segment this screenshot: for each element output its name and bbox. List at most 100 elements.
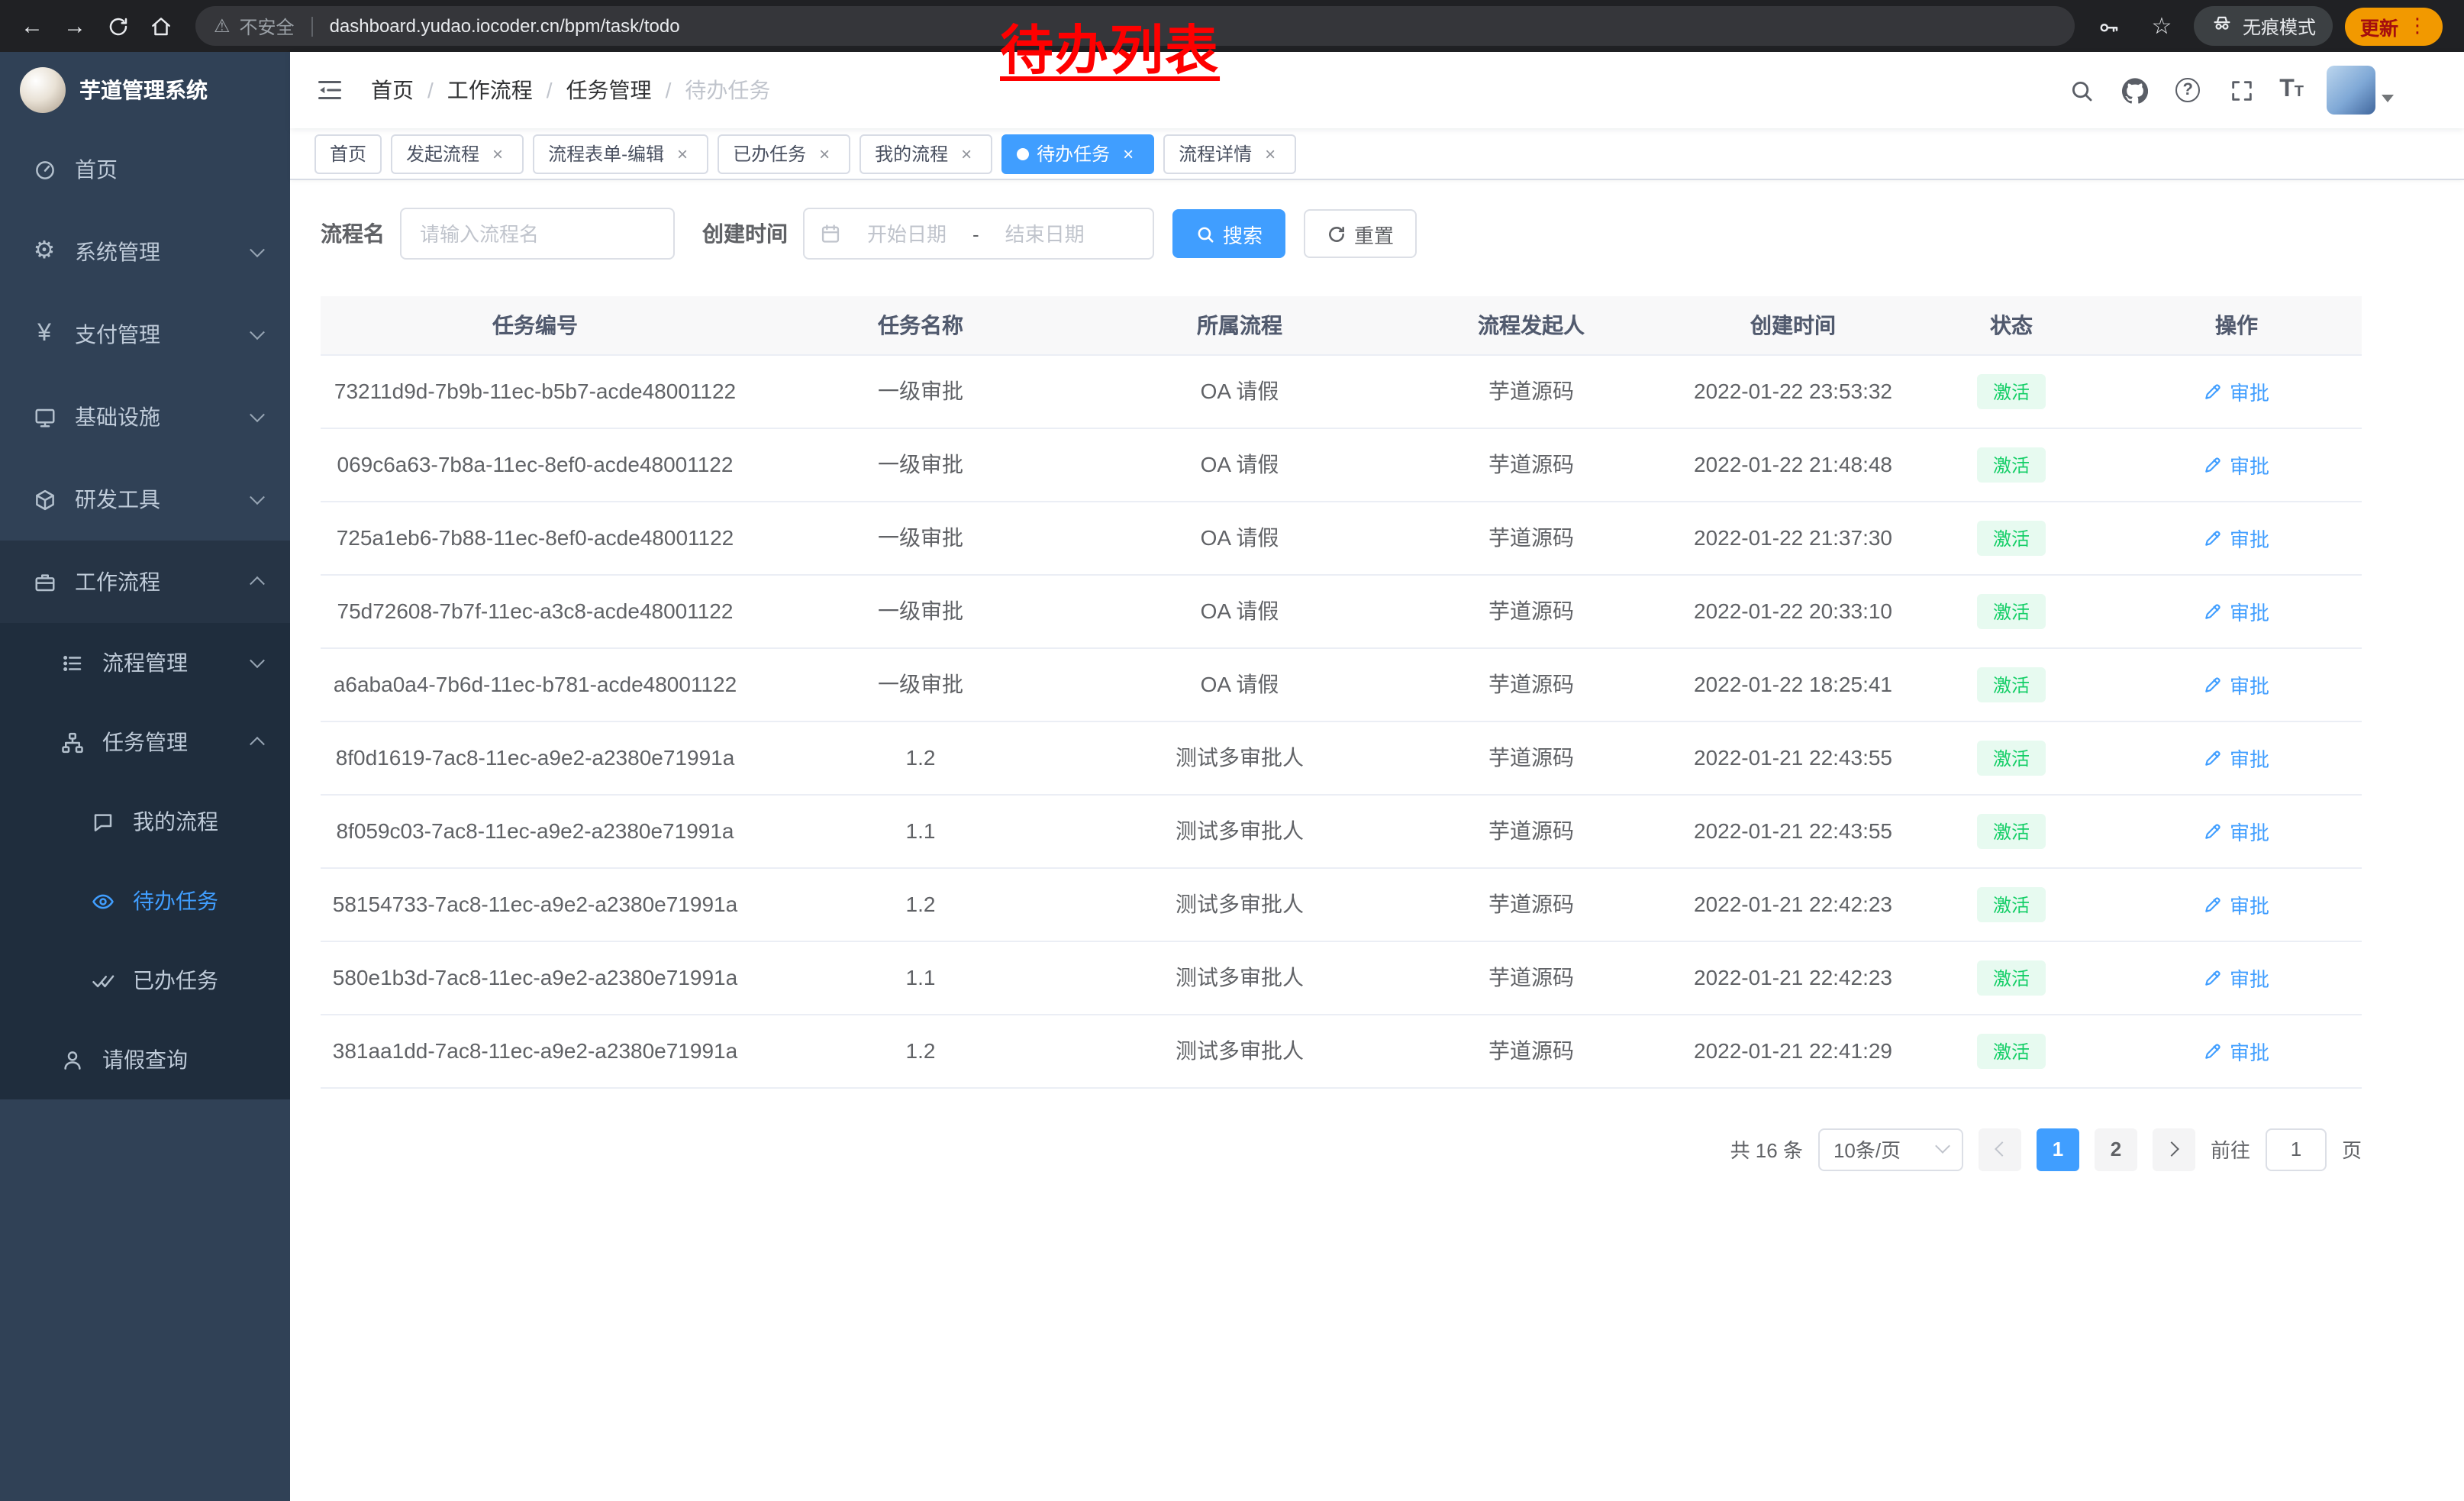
sidebar-item-my-processes[interactable]: 我的流程 bbox=[0, 782, 290, 861]
logo-avatar bbox=[20, 67, 66, 113]
app-logo[interactable]: 芋道管理系统 bbox=[0, 52, 290, 128]
table-row: 381aa1dd-7ac8-11ec-a9e2-a2380e71991a 1.2… bbox=[321, 1014, 2362, 1087]
list-icon bbox=[58, 651, 85, 674]
table-row: 725a1eb6-7b88-11ec-8ef0-acde48001122 一级审… bbox=[321, 501, 2362, 574]
cell-task-name: 一级审批 bbox=[750, 354, 1092, 428]
sidebar-item-label: 任务管理 bbox=[102, 727, 188, 757]
user-menu[interactable] bbox=[2327, 66, 2394, 115]
tab-process-detail[interactable]: 流程详情 × bbox=[1163, 134, 1296, 173]
approve-button[interactable]: 审批 bbox=[2204, 523, 2269, 552]
cell-create-time: 2022-01-21 22:43:55 bbox=[1675, 794, 1911, 867]
tab-done-tasks[interactable]: 已办任务 × bbox=[718, 134, 850, 173]
app-title: 芋道管理系统 bbox=[79, 75, 208, 105]
sidebar-item-todo-tasks[interactable]: 待办任务 bbox=[0, 861, 290, 941]
forward-icon[interactable]: → bbox=[55, 6, 95, 46]
approve-button[interactable]: 审批 bbox=[2204, 743, 2269, 772]
page-button-1[interactable]: 1 bbox=[2037, 1128, 2079, 1170]
approve-button[interactable]: 审批 bbox=[2204, 596, 2269, 625]
tab-close-icon[interactable]: × bbox=[487, 143, 508, 164]
goto-page-input[interactable] bbox=[2266, 1128, 2327, 1170]
sidebar-item-home[interactable]: 首页 bbox=[0, 128, 290, 211]
sidebar-item-workflow[interactable]: 工作流程 bbox=[0, 541, 290, 623]
tab-close-icon[interactable]: × bbox=[814, 143, 835, 164]
tab-close-icon[interactable]: × bbox=[956, 143, 977, 164]
chevron-down-icon bbox=[250, 407, 265, 422]
tab-close-icon[interactable]: × bbox=[672, 143, 693, 164]
approve-button[interactable]: 审批 bbox=[2204, 963, 2269, 992]
tab-todo-tasks[interactable]: 待办任务 × bbox=[1001, 134, 1154, 173]
home-icon[interactable] bbox=[140, 6, 180, 46]
approve-button[interactable]: 审批 bbox=[2204, 816, 2269, 845]
github-icon[interactable] bbox=[2119, 75, 2150, 105]
edit-pen-icon bbox=[2204, 894, 2224, 914]
cell-task-name: 一级审批 bbox=[750, 647, 1092, 721]
status-badge: 激活 bbox=[1978, 667, 2045, 702]
sidebar-item-infrastructure[interactable]: 基础设施 bbox=[0, 376, 290, 458]
search-button[interactable]: 搜索 bbox=[1172, 209, 1285, 258]
breadcrumb-workflow[interactable]: 工作流程 bbox=[447, 75, 533, 105]
sidebar-item-process-management[interactable]: 流程管理 bbox=[0, 623, 290, 702]
tab-start-process[interactable]: 发起流程 × bbox=[391, 134, 524, 173]
font-size-icon[interactable]: TT bbox=[2279, 78, 2304, 102]
breadcrumb-home[interactable]: 首页 bbox=[371, 75, 414, 105]
cell-process: 测试多审批人 bbox=[1092, 721, 1388, 794]
sidebar-item-task-management[interactable]: 任务管理 bbox=[0, 702, 290, 782]
sidebar-item-done-tasks[interactable]: 已办任务 bbox=[0, 941, 290, 1020]
sidebar-item-leave-query[interactable]: 请假查询 bbox=[0, 1020, 290, 1099]
tab-home[interactable]: 首页 bbox=[314, 134, 382, 173]
help-icon[interactable]: ? bbox=[2172, 75, 2203, 105]
column-header-status: 状态 bbox=[1911, 296, 2111, 354]
sidebar-toggle-icon[interactable] bbox=[313, 73, 347, 107]
next-page-button[interactable] bbox=[2153, 1128, 2195, 1170]
tab-process-form-edit[interactable]: 流程表单-编辑 × bbox=[533, 134, 708, 173]
reload-icon[interactable] bbox=[98, 6, 137, 46]
approve-button[interactable]: 审批 bbox=[2204, 1036, 2269, 1065]
cell-task-name: 1.2 bbox=[750, 867, 1092, 941]
breadcrumb: 首页 / 工作流程 / 任务管理 / 待办任务 bbox=[371, 75, 770, 105]
status-badge: 激活 bbox=[1978, 813, 2045, 848]
sidebar-item-label: 支付管理 bbox=[75, 319, 160, 350]
browser-toolbar: ← → ⚠ 不安全 dashboard.yudao.iocoder.cn/bpm… bbox=[0, 0, 2464, 52]
prev-page-button[interactable] bbox=[1979, 1128, 2021, 1170]
status-badge: 激活 bbox=[1978, 373, 2045, 408]
column-header-create-time: 创建时间 bbox=[1675, 296, 1911, 354]
date-range-picker[interactable]: - bbox=[803, 208, 1154, 260]
sidebar-item-system-management[interactable]: ⚙ 系统管理 bbox=[0, 211, 290, 293]
table-body: 73211d9d-7b9b-11ec-b5b7-acde48001122 一级审… bbox=[321, 354, 2362, 1087]
tab-my-processes[interactable]: 我的流程 × bbox=[859, 134, 992, 173]
approve-label: 审批 bbox=[2230, 523, 2269, 552]
sidebar-item-dev-tools[interactable]: 研发工具 bbox=[0, 458, 290, 541]
update-label: 更新 bbox=[2360, 11, 2398, 40]
process-name-input[interactable] bbox=[400, 208, 675, 260]
end-date-input[interactable] bbox=[985, 222, 1105, 245]
sidebar-item-payment-management[interactable]: ¥ 支付管理 bbox=[0, 293, 290, 376]
cell-task-name: 1.2 bbox=[750, 721, 1092, 794]
table-row: 75d72608-7b7f-11ec-a3c8-acde48001122 一级审… bbox=[321, 574, 2362, 647]
cell-task-name: 一级审批 bbox=[750, 501, 1092, 574]
page-size-select[interactable]: 10条/页 bbox=[1818, 1128, 1963, 1170]
tab-close-icon[interactable]: × bbox=[1118, 143, 1139, 164]
edit-pen-icon bbox=[2204, 381, 2224, 401]
cell-actions: 审批 bbox=[2111, 647, 2362, 721]
cell-create-time: 2022-01-21 22:42:23 bbox=[1675, 941, 1911, 1014]
search-icon[interactable] bbox=[2066, 75, 2096, 105]
approve-button[interactable]: 审批 bbox=[2204, 376, 2269, 405]
caret-down-icon bbox=[2382, 95, 2394, 108]
back-icon[interactable]: ← bbox=[12, 6, 52, 46]
bookmark-star-icon[interactable]: ☆ bbox=[2142, 6, 2182, 46]
fullscreen-icon[interactable] bbox=[2226, 75, 2256, 105]
not-secure-warning-icon: ⚠ bbox=[214, 15, 231, 37]
filter-form: 流程名 创建时间 - 搜索 bbox=[321, 208, 2362, 260]
update-button[interactable]: 更新 ⋮ bbox=[2345, 7, 2443, 45]
approve-button[interactable]: 审批 bbox=[2204, 670, 2269, 699]
reset-button[interactable]: 重置 bbox=[1304, 209, 1417, 258]
breadcrumb-task-management[interactable]: 任务管理 bbox=[566, 75, 652, 105]
start-date-input[interactable] bbox=[847, 222, 966, 245]
browser-menu-icon[interactable]: ⋮ bbox=[2408, 14, 2427, 38]
password-key-icon[interactable] bbox=[2090, 6, 2130, 46]
question-mark-icon: ? bbox=[2175, 78, 2200, 102]
tab-close-icon[interactable]: × bbox=[1259, 143, 1281, 164]
approve-button[interactable]: 审批 bbox=[2204, 889, 2269, 918]
approve-button[interactable]: 审批 bbox=[2204, 450, 2269, 479]
page-button-2[interactable]: 2 bbox=[2095, 1128, 2137, 1170]
